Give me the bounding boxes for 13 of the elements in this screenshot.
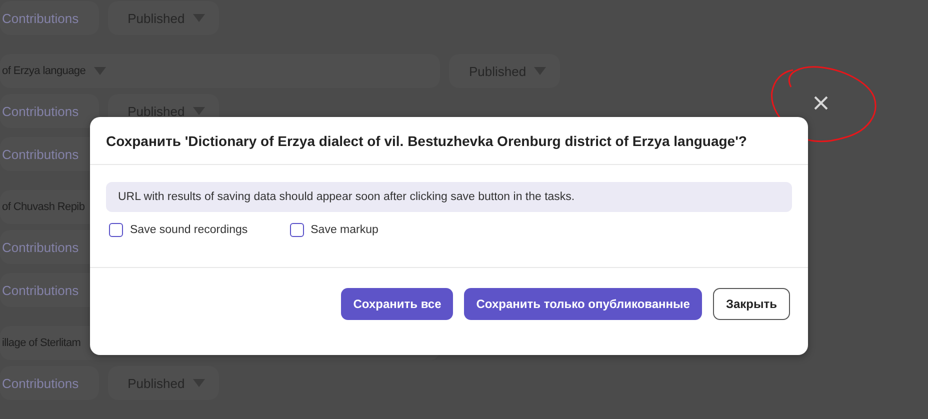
checkbox-label: Save sound recordings: [130, 224, 248, 236]
checkbox[interactable]: [109, 223, 123, 237]
contributions-button[interactable]: Contributions: [0, 366, 99, 400]
contributions-button[interactable]: Contributions: [0, 1, 99, 35]
checkbox[interactable]: [290, 223, 304, 237]
close-button[interactable]: Закрыть: [712, 288, 790, 320]
checkbox-label: Save markup: [310, 224, 378, 236]
save-button[interactable]: Сохранить все: [341, 288, 454, 320]
info-message: URL with results of saving data should appear soon after clicking save button in the tasks.: [106, 182, 792, 212]
close-icon[interactable]: [814, 96, 828, 110]
dialog-title: Сохранить 'Dictionary of Erzya dialect of vil. Bestuzhevka Orenburg district of Erzya language'?: [106, 132, 747, 148]
contributions-button[interactable]: Contributions: [0, 94, 99, 128]
save-button[interactable]: Сохранить только опубликованные: [464, 288, 702, 320]
